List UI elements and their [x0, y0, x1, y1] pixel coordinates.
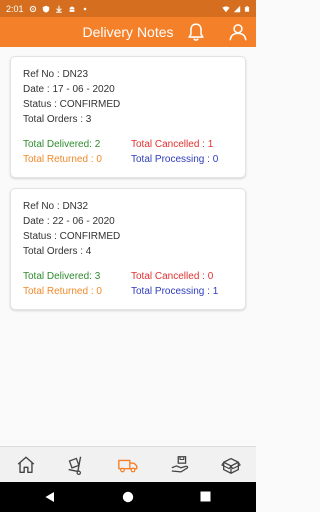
note-status: Status : CONFIRMED [23, 231, 121, 242]
total-cancelled: Total Cancelled : 1 [131, 139, 214, 150]
total-delivered: Total Delivered: 3 [23, 271, 101, 282]
status-bar: 2:01 [0, 0, 256, 17]
note-date: Date : 22 - 06 - 2020 [23, 216, 115, 227]
battery-icon [244, 5, 250, 12]
bell-icon[interactable] [185, 21, 207, 43]
dot-icon [83, 7, 86, 10]
user-icon[interactable] [227, 21, 249, 43]
settings-gear-icon [29, 5, 36, 12]
dolly-icon[interactable] [65, 454, 87, 476]
signal-icon [233, 5, 241, 12]
total-processing: Total Processing : 0 [131, 154, 219, 165]
total-orders: Total Orders : 4 [23, 246, 92, 257]
home-circle-icon[interactable] [122, 491, 134, 503]
delivery-note-card[interactable]: Ref No : DN23 Date : 17 - 06 - 2020 Stat… [10, 56, 246, 178]
note-date: Date : 17 - 06 - 2020 [23, 84, 115, 95]
recent-apps-icon[interactable] [200, 491, 211, 502]
home-icon[interactable] [15, 454, 37, 476]
ref-number: Ref No : DN23 [23, 69, 89, 80]
delivery-note-card[interactable]: Ref No : DN32 Date : 22 - 06 - 2020 Stat… [10, 188, 246, 310]
note-status: Status : CONFIRMED [23, 99, 121, 110]
hand-box-icon[interactable] [170, 454, 192, 476]
back-icon[interactable] [44, 491, 55, 503]
status-time: 2:01 [6, 3, 24, 14]
wifi-icon [222, 5, 230, 12]
download-icon [55, 5, 62, 13]
page-title: Delivery Notes [82, 24, 174, 40]
delivery-truck-icon[interactable] [117, 454, 139, 476]
app-header: Delivery Notes [0, 17, 256, 47]
total-returned: Total Returned : 0 [23, 286, 102, 297]
system-navigation-bar [0, 482, 256, 512]
ref-number: Ref No : DN32 [23, 201, 89, 212]
bottom-navigation [0, 446, 256, 482]
total-cancelled: Total Cancelled : 0 [131, 271, 214, 282]
total-processing: Total Processing : 1 [131, 286, 219, 297]
total-delivered: Total Delivered: 2 [23, 139, 101, 150]
open-box-icon[interactable] [220, 454, 242, 476]
shield-icon [42, 5, 49, 13]
total-returned: Total Returned : 0 [23, 154, 102, 165]
android-icon [69, 6, 74, 12]
total-orders: Total Orders : 3 [23, 114, 92, 125]
